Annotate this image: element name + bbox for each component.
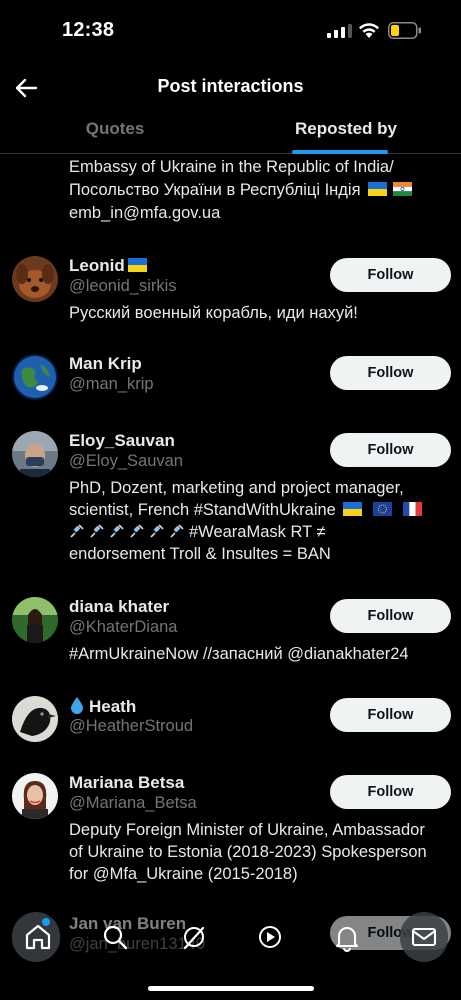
search-icon[interactable] (98, 920, 132, 954)
battery-icon (388, 22, 421, 39)
bio-line: of Ukraine to Estonia (2018-2023) Spokes… (69, 843, 427, 861)
syringe-icon (170, 524, 184, 538)
user-name[interactable]: diana khater (69, 597, 169, 617)
bottom-navigation (0, 908, 461, 968)
ukraine-flag-icon (127, 258, 147, 272)
india-flag-icon (393, 182, 413, 196)
bio-line: for @Mfa_Ukraine (2015-2018) (69, 865, 298, 883)
bio-line: Посольство України в Республіці Індія (69, 179, 449, 202)
user-handle: @leonid_sirkis (69, 277, 177, 295)
wifi-icon (359, 23, 379, 38)
follow-button[interactable]: Follow (330, 433, 451, 467)
bio-line: Embassy of Ukraine in the Republic of In… (69, 158, 394, 176)
ukraine-flag-icon (343, 502, 363, 516)
tab-reposted-by[interactable]: Reposted by (231, 110, 461, 154)
follow-button[interactable]: Follow (330, 599, 451, 633)
syringe-icon (110, 524, 124, 538)
bio-line: endorsement Troll & Insultes = BAN (69, 545, 331, 563)
reposted-by-list: Embassy of Ukraine in the Republic of In… (0, 154, 461, 1000)
messages-icon[interactable] (407, 920, 441, 954)
notifications-icon[interactable] (330, 920, 364, 954)
home-indicator[interactable] (148, 986, 314, 991)
avatar[interactable] (12, 354, 58, 400)
bio-line: emb_in@mfa.gov.ua (69, 204, 221, 222)
user-handle: @Eloy_Sauvan (69, 452, 183, 470)
status-bar: 12:38 (0, 0, 461, 62)
bio-text: Посольство України в Республіці Індія (69, 181, 361, 199)
tab-bar: Quotes Reposted by (0, 110, 461, 154)
syringe-icon (90, 524, 104, 538)
ukraine-flag-icon (368, 182, 388, 196)
droplet-icon (71, 697, 83, 714)
page-title: Post interactions (157, 76, 304, 96)
user-name[interactable]: Man Krip (69, 354, 142, 374)
user-handle: @man_krip (69, 375, 154, 393)
user-bio: Embassy of Ukraine in the Republic of In… (69, 156, 449, 225)
avatar[interactable] (12, 696, 58, 742)
user-handle: @HeatherStroud (69, 717, 194, 735)
user-name[interactable]: Leonid (69, 256, 150, 276)
user-name[interactable]: Eloy_Sauvan (69, 431, 175, 451)
follow-button[interactable]: Follow (330, 698, 451, 732)
video-icon[interactable] (253, 920, 287, 954)
bio-line: Deputy Foreign Minister of Ukraine, Amba… (69, 821, 425, 839)
france-flag-icon (402, 502, 422, 516)
user-bio: Deputy Foreign Minister of Ukraine, Amba… (69, 819, 449, 885)
follow-button[interactable]: Follow (330, 258, 451, 292)
avatar[interactable] (12, 597, 58, 643)
user-bio: PhD, Dozent, marketing and project manag… (69, 477, 449, 565)
user-handle: @Mariana_Betsa (69, 794, 197, 812)
bio-line: scientist, French #StandWithUkraine (69, 499, 449, 521)
avatar[interactable] (12, 256, 58, 302)
user-handle: @KhaterDiana (69, 618, 178, 636)
bio-line: #WearaMask RT ≠ (69, 521, 449, 543)
follow-button[interactable]: Follow (330, 775, 451, 809)
status-time: 12:38 (62, 19, 115, 41)
tab-quotes[interactable]: Quotes (0, 110, 230, 154)
bio-line: PhD, Dozent, marketing and project manag… (69, 479, 404, 497)
grok-icon[interactable] (177, 920, 211, 954)
user-bio: #ArmUkraineNow //запасний @dianakhater24 (69, 645, 409, 663)
header: Post interactions (0, 62, 461, 112)
user-name[interactable]: Heath (69, 696, 136, 717)
eu-flag-icon (373, 502, 393, 516)
user-name[interactable]: Mariana Betsa (69, 773, 184, 793)
follow-button[interactable]: Follow (330, 356, 451, 390)
avatar[interactable] (12, 773, 58, 819)
syringe-icon (130, 524, 144, 538)
user-bio: Русский военный корабль, иди нахуй! (69, 304, 358, 322)
signal-icon (327, 24, 352, 38)
syringe-icon (150, 524, 164, 538)
home-icon[interactable] (21, 920, 55, 954)
syringe-icon (70, 524, 84, 538)
avatar[interactable] (12, 431, 58, 477)
